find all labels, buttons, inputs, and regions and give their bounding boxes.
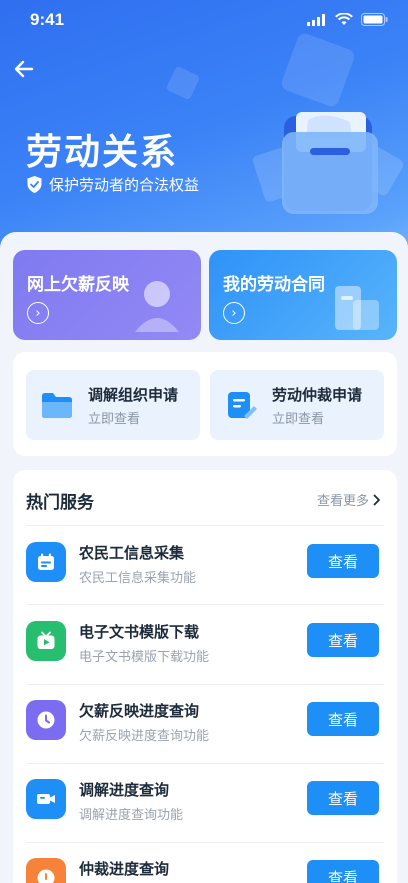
service-row: 调解进度查询 调解进度查询功能 查看	[13, 763, 397, 842]
card-label: 我的劳动合同	[223, 275, 325, 295]
service-row: 电子文书模版下载 电子文书模版下载功能 查看	[13, 605, 397, 684]
view-more-link[interactable]: 查看更多	[317, 490, 381, 509]
wifi-icon	[335, 13, 353, 25]
service-row: 农民工信息采集 农民工信息采集功能 查看	[13, 526, 397, 605]
view-button[interactable]: 查看	[307, 860, 379, 883]
service-name: 欠薪反映进度查询	[79, 702, 200, 720]
alert-icon	[26, 858, 66, 883]
decor-shape	[165, 65, 201, 101]
status-time: 9:41	[30, 10, 65, 29]
chevron-right-icon	[373, 494, 380, 505]
page-title: 劳动关系	[26, 132, 179, 173]
service-desc: 调解进度查询功能	[79, 808, 184, 823]
wage-arrears-report-card[interactable]: 网上欠薪反映 ›	[13, 250, 201, 340]
folder-illustration-icon	[282, 112, 378, 214]
view-button[interactable]: 查看	[307, 623, 379, 657]
service-name: 电子文书模版下载	[79, 623, 200, 641]
card-subtitle: 立即查看	[272, 412, 325, 427]
subtitle-text: 保护劳动者的合法权益	[49, 176, 200, 194]
section-title: 热门服务	[26, 493, 94, 513]
calendar-icon	[26, 542, 66, 582]
contract-icon	[335, 286, 379, 330]
arrow-right-icon: ›	[27, 302, 49, 324]
battery-icon	[361, 13, 388, 26]
service-row: 仲裁进度查询 查看	[13, 842, 397, 883]
view-button[interactable]: 查看	[307, 544, 379, 578]
person-icon	[135, 281, 179, 332]
arrow-right-icon: ›	[223, 302, 245, 324]
hot-services-panel: 热门服务 查看更多 农民工信息采集 农民工信息采集功能 查看 电子文书模版下载 …	[13, 470, 397, 883]
card-label: 网上欠薪反映	[27, 275, 129, 295]
page-subtitle: 保护劳动者的合法权益	[26, 174, 199, 195]
application-panel: 调解组织申请 立即查看 劳动仲裁申请 立即查看	[13, 352, 397, 456]
card-subtitle: 立即查看	[88, 412, 141, 427]
folder-icon	[42, 393, 72, 418]
card-title: 调解组织申请	[88, 386, 179, 404]
arbitration-application-card[interactable]: 劳动仲裁申请 立即查看	[210, 370, 384, 440]
shield-check-icon	[27, 176, 42, 193]
view-button[interactable]: 查看	[307, 781, 379, 815]
signal-icon	[307, 13, 325, 26]
labor-contract-card[interactable]: 我的劳动合同 ›	[209, 250, 397, 340]
back-arrow-icon[interactable]	[10, 55, 38, 83]
video-icon	[26, 779, 66, 819]
document-edit-icon	[228, 392, 257, 419]
service-name: 仲裁进度查询	[79, 860, 170, 878]
service-name: 农民工信息采集	[79, 544, 185, 562]
view-button[interactable]: 查看	[307, 702, 379, 736]
decor-shape	[279, 31, 357, 109]
status-icons	[307, 13, 388, 26]
service-name: 调解进度查询	[79, 781, 170, 799]
service-desc: 农民工信息采集功能	[79, 571, 197, 586]
status-bar: 9:41	[0, 0, 408, 40]
card-title: 劳动仲裁申请	[272, 386, 363, 404]
tv-play-icon	[26, 621, 66, 661]
view-more-label: 查看更多	[316, 494, 369, 509]
clock-icon	[26, 700, 66, 740]
service-row: 欠薪反映进度查询 欠薪反映进度查询功能 查看	[13, 684, 397, 763]
service-desc: 电子文书模版下载功能	[79, 650, 210, 665]
service-desc: 欠薪反映进度查询功能	[79, 729, 210, 744]
mediation-application-card[interactable]: 调解组织申请 立即查看	[26, 370, 200, 440]
